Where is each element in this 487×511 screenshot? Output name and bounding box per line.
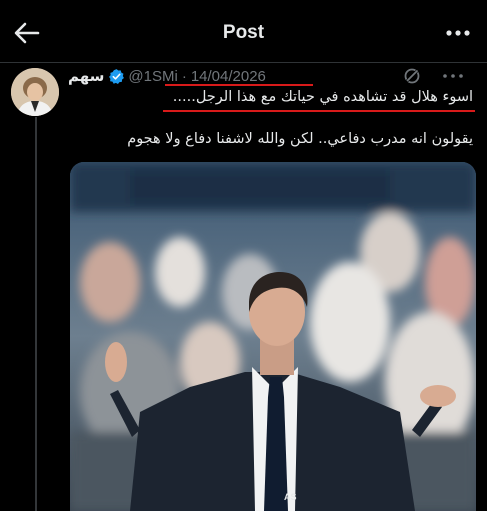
post-date[interactable]: 14/04/2026 [191, 68, 266, 85]
display-name[interactable]: سهم [68, 67, 104, 85]
media-watermark: AS [284, 492, 297, 502]
more-horizontal-icon[interactable] [445, 29, 471, 37]
grok-icon[interactable] [404, 68, 420, 84]
header-divider [0, 62, 487, 63]
post-text-line-2: يقولون انه مدرب دفاعي.. لكن والله لاشفنا… [127, 131, 473, 147]
verified-badge-icon [109, 68, 125, 84]
handle[interactable]: @1SMi [128, 68, 177, 85]
post-actions-top [404, 68, 463, 84]
more-horizontal-icon[interactable] [443, 74, 463, 78]
avatar[interactable] [11, 68, 59, 116]
annotation-underline-text [163, 110, 475, 112]
annotation-underline-date [165, 84, 313, 86]
thread-line [35, 117, 37, 511]
top-bar: Post [0, 0, 487, 62]
page-title: Post [222, 22, 265, 43]
post-media-image[interactable]: AS [70, 162, 476, 511]
post-separator: · [181, 67, 187, 85]
post-text-line-1: اسوء هلال قد تشاهده في حياتك مع هذا الرج… [172, 89, 473, 105]
